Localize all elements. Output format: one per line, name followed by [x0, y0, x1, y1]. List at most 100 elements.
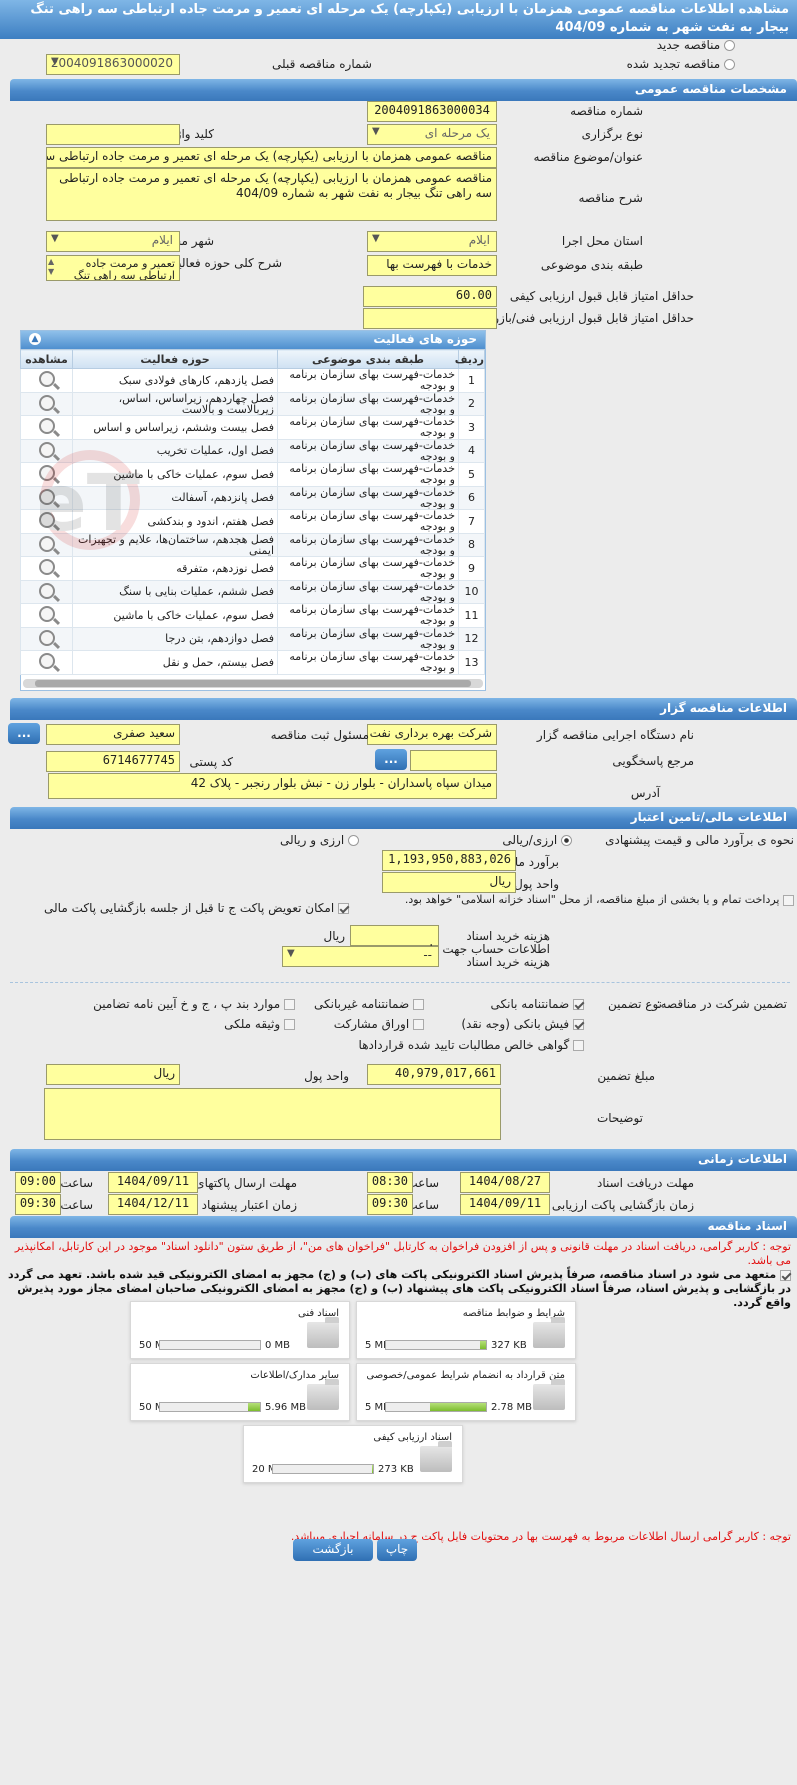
type-select[interactable]: ▼ یک مرحله ای [367, 124, 497, 145]
row-view[interactable] [20, 438, 73, 463]
row-view[interactable] [20, 603, 73, 628]
document-file[interactable]: شرایط و ضوابط مناقصه 5 MB 327 KB [356, 1301, 576, 1359]
collapse-icon[interactable]: ▲ [29, 333, 41, 345]
col-field[interactable]: حوزه فعالیت [72, 349, 278, 369]
row-view[interactable] [20, 485, 73, 510]
magnifier-icon[interactable] [38, 653, 55, 670]
receivables-checkbox[interactable] [573, 1040, 584, 1051]
print-button[interactable]: چاپ [377, 1539, 417, 1561]
col-row[interactable]: ردیف [455, 349, 485, 369]
cash-receipt-option[interactable]: فیش بانکی (وجه نقد) [461, 1017, 584, 1031]
method-opt1-radio[interactable] [561, 835, 572, 846]
scroll-thumb[interactable] [35, 680, 471, 687]
row-view[interactable] [20, 556, 73, 581]
subject-field[interactable]: مناقصه عمومی همزمان با ارزیابی (یکپارچه)… [46, 147, 497, 168]
back-button[interactable]: بازگشت [293, 1539, 373, 1561]
magnifier-icon[interactable] [38, 512, 55, 529]
magnifier-icon[interactable] [38, 465, 55, 482]
method-opt2-radio[interactable] [348, 835, 359, 846]
method-opt2[interactable]: ارزی و ریالی [280, 833, 359, 847]
scroll-arrows-icon[interactable]: ▲ ▼ [48, 257, 54, 277]
row-view[interactable] [20, 415, 73, 440]
bonds-option[interactable]: اوراق مشارکت [334, 1017, 424, 1031]
row-view[interactable] [20, 650, 73, 675]
clauses-checkbox[interactable] [284, 999, 295, 1010]
horizontal-scrollbar[interactable] [23, 679, 483, 688]
row-view[interactable] [20, 626, 73, 651]
address-field[interactable]: میدان سپاه پاسداران - بلوار زن - نبش بلو… [48, 773, 497, 799]
validity-date[interactable]: 1404/12/11 [108, 1194, 198, 1215]
receivables-option[interactable]: گواهی خالص مطالبات تایید شده قراردادها [359, 1038, 584, 1052]
bank-guarantee-checkbox[interactable] [573, 999, 584, 1010]
send-deadline-date[interactable]: 1404/09/11 [108, 1172, 198, 1193]
renewed-tender-option[interactable]: مناقصه تجدید شده [627, 57, 735, 71]
swap-checkbox[interactable] [338, 903, 349, 914]
clauses-option[interactable]: موارد بند پ ، ج و خ آیین نامه تضامین [93, 997, 295, 1011]
doc-deadline-time[interactable]: 08:30 [367, 1172, 413, 1193]
bank-guarantee-option[interactable]: ضمانتنامه بانکی [491, 997, 584, 1011]
prev-number-select[interactable]: ▼ 2004091863000020 [46, 54, 180, 75]
doc-deadline-date[interactable]: 1404/08/27 [460, 1172, 550, 1193]
desc-field[interactable]: مناقصه عمومی همزمان با ارزیابی (یکپارچه)… [46, 168, 497, 221]
row-view[interactable] [20, 368, 73, 393]
opening-time[interactable]: 09:30 [367, 1194, 413, 1215]
magnifier-icon[interactable] [38, 371, 55, 388]
officer-lookup-button[interactable]: ... [8, 723, 40, 744]
nonbank-guarantee-option[interactable]: ضمانتنامه غیربانکی [314, 997, 424, 1011]
treasury-checkbox[interactable] [783, 894, 794, 906]
estimate-field[interactable]: 1,193,950,883,026 [382, 850, 516, 871]
document-file[interactable]: سایر مدارک/اطلاعات 50 MB 5.96 MB [130, 1363, 350, 1421]
scope-list[interactable]: تعمیر و مرمت جاده ارتباطی سه راهی تنگ [46, 255, 180, 281]
postal-field[interactable]: 6714677745 [46, 751, 180, 772]
magnifier-icon[interactable] [38, 606, 55, 623]
folder-icon[interactable] [420, 1441, 452, 1472]
new-tender-radio[interactable] [724, 40, 735, 51]
nonbank-guarantee-checkbox[interactable] [413, 999, 424, 1010]
org-field[interactable]: شرکت بهره برداری نفت و گ [367, 724, 497, 745]
col-view[interactable]: مشاهده [20, 349, 73, 369]
min-tech-field[interactable] [363, 308, 497, 329]
min-quality-field[interactable]: 60.00 [363, 286, 497, 307]
magnifier-icon[interactable] [38, 629, 55, 646]
bonds-checkbox[interactable] [413, 1019, 424, 1030]
validity-time[interactable]: 09:30 [15, 1194, 61, 1215]
method-opt1[interactable]: ارزی/ریالی [502, 833, 572, 847]
tender-number-field[interactable]: 2004091863000034 [367, 101, 497, 122]
officer-field[interactable]: سعید صفری [46, 724, 180, 745]
magnifier-icon[interactable] [38, 488, 55, 505]
row-view[interactable] [20, 579, 73, 604]
city-select[interactable]: ▼ ایلام [46, 231, 180, 252]
ref-lookup-button[interactable]: ... [375, 749, 407, 770]
document-file[interactable]: متن قرارداد به انضمام شرایط عمومی/خصوصی 5… [356, 1363, 576, 1421]
magnifier-icon[interactable] [38, 559, 55, 576]
new-tender-option[interactable]: مناقصه جدید [657, 38, 735, 52]
row-view[interactable] [20, 462, 73, 487]
renewed-tender-radio[interactable] [724, 59, 735, 70]
unit-field[interactable]: ریال [382, 872, 516, 893]
row-view[interactable] [20, 391, 73, 416]
amount-field[interactable]: 40,979,017,661 [367, 1064, 501, 1085]
document-file[interactable]: اسناد ارزیابی کیفی 20 MB 273 KB [243, 1425, 463, 1483]
cash-receipt-checkbox[interactable] [573, 1019, 584, 1030]
document-file[interactable]: اسناد فنی 50 MB 0 MB [130, 1301, 350, 1359]
notes-field[interactable] [44, 1088, 501, 1140]
folder-icon[interactable] [533, 1379, 565, 1410]
treasury-option[interactable]: پرداخت تمام و یا بخشی از مبلغ مناقصه، از… [374, 893, 794, 907]
swap-option[interactable]: امکان تعویض پاکت ج تا قبل از جلسه بازگشا… [44, 901, 349, 915]
magnifier-icon[interactable] [38, 394, 55, 411]
magnifier-icon[interactable] [38, 582, 55, 599]
row-view[interactable] [20, 532, 73, 557]
row-view[interactable] [20, 509, 73, 534]
folder-icon[interactable] [307, 1379, 339, 1410]
col-category[interactable]: طبقه بندی موضوعی [277, 349, 459, 369]
property-option[interactable]: وثیقه ملکی [224, 1017, 295, 1031]
guarantee-unit-field[interactable]: ریال [46, 1064, 180, 1085]
province-select[interactable]: ▼ ایلام [367, 231, 497, 252]
folder-icon[interactable] [533, 1317, 565, 1348]
folder-icon[interactable] [307, 1317, 339, 1348]
send-deadline-time[interactable]: 09:00 [15, 1172, 61, 1193]
magnifier-icon[interactable] [38, 418, 55, 435]
magnifier-icon[interactable] [38, 535, 55, 552]
account-select[interactable]: ▼ -- [282, 946, 439, 967]
ref-field[interactable] [410, 750, 497, 771]
